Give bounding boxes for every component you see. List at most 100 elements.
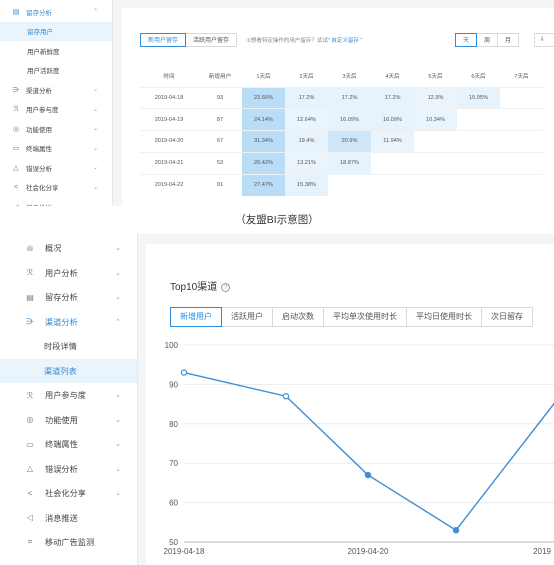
figure-caption: （友盟BI示意图）	[0, 206, 554, 234]
table-cell: 26.42%	[242, 151, 285, 175]
nav-item-4[interactable]: 时段详情	[0, 334, 137, 359]
sidebar: ılı 概况 ⌄ ℛ 用户分析 ⌄ ▤ 留存分析 ⌄ ⋺ 渠道分析 ⌃ 时段详情 渠道列表 ℛ 用户参与度 ⌄ ◎…	[0, 234, 138, 565]
column-header: 3天后	[342, 73, 357, 80]
period-switch: 天周月	[455, 33, 520, 47]
nav-item-11[interactable]: ◁ 消息推送	[0, 506, 137, 531]
retention-screenshot: ▤ 留存分析 ⌃ 留存用户 用户新鲜度 用户活跃度 ⋺ 渠道分析 ⌄ ℛ 用户参与度 ⌄ ◎ 功能使用 ⌄ ▭…	[0, 0, 554, 206]
nav-icon: ◎	[12, 125, 20, 133]
table-cell: 67	[198, 130, 242, 153]
retention-table: 时间 新增用户 1天后 2天后 3天后 4天后 5天后 6天后 7天后 2019-04-18 93 2…	[140, 65, 543, 196]
table-cell	[500, 151, 543, 175]
table-cell: 15.38%	[285, 173, 328, 196]
y-tick-label: 60	[169, 499, 178, 508]
column-header: 5天后	[428, 73, 443, 80]
y-tick-label: 80	[169, 420, 178, 429]
nav-item-3[interactable]: ⋺ 渠道分析 ⌃	[0, 310, 137, 335]
table-cell: 18.87%	[328, 151, 371, 175]
nav-item-0[interactable]: ▤ 留存分析 ⌃	[0, 2, 112, 22]
nav-icon: ⋺	[26, 317, 34, 327]
tab-0[interactable]: 新用户留存	[140, 33, 187, 47]
column-header: 7天后	[514, 73, 529, 80]
nav-icon: ▤	[12, 8, 20, 16]
table-cell: 12.64%	[285, 108, 328, 131]
nav-item-7[interactable]: ▭ 终端属性 ⌄	[0, 139, 112, 159]
table-row: 2019-04-20 67 31.34% 19.4% 20.9% 11.94%	[140, 130, 543, 153]
table-cell: 2019-04-19	[140, 108, 198, 131]
nav-icon: <	[13, 183, 19, 191]
table-cell: 15.05%	[457, 86, 500, 109]
nav-item-9[interactable]: < 社会化分享 ⌄	[0, 178, 112, 198]
nav-item-8[interactable]: △ 错误分析 ⌄	[0, 158, 112, 178]
nav-item-2[interactable]: ▤ 留存分析 ⌄	[0, 285, 137, 310]
custom-retention-hint: ①想看特定操作的用户留存？试试" 自定义留存 "	[246, 36, 362, 44]
period-2[interactable]: 月	[498, 33, 520, 47]
nav-item-0[interactable]: ılı 概况 ⌄	[0, 236, 137, 261]
nav-label: 用户活跃度	[27, 68, 60, 76]
nav-item-9[interactable]: △ 错误分析 ⌄	[0, 457, 137, 482]
table-cell	[457, 130, 500, 153]
table-cell	[371, 173, 414, 196]
nav-icon: ▭	[26, 439, 34, 449]
period-1[interactable]: 周	[477, 33, 499, 47]
tab-1[interactable]: 活跃用户留存	[186, 33, 238, 47]
export-button[interactable]: ⇩	[534, 33, 554, 47]
table-cell: 12.9%	[414, 86, 457, 109]
nav-label: 渠道分析	[26, 87, 52, 95]
nav-label: 渠道列表	[44, 366, 77, 376]
nav-label: 时段详情	[44, 342, 77, 352]
nav-item-6[interactable]: ◎ 功能使用 ⌄	[0, 119, 112, 139]
period-0[interactable]: 天	[455, 33, 478, 47]
table-cell: 27.47%	[242, 173, 285, 196]
table-cell	[500, 86, 543, 109]
nav-label: 消息推送	[45, 513, 78, 523]
nav-item-5[interactable]: 渠道列表	[0, 358, 137, 383]
nav-label: 留存分析	[45, 293, 78, 303]
custom-retention-link[interactable]: " 自定义留存 "	[328, 38, 362, 44]
nav-label: 社会化分享	[26, 185, 59, 193]
table-row: 2019-04-18 93 23.66% 17.2% 17.2% 17.2% 12.9% 15…	[140, 86, 543, 109]
chevron-icon: ⌄	[115, 416, 121, 424]
data-point[interactable]	[452, 526, 460, 534]
chevron-icon: ⌄	[92, 165, 98, 172]
nav-item-10[interactable]: < 社会化分享 ⌄	[0, 481, 137, 506]
table-cell	[457, 173, 500, 196]
series-line	[183, 371, 554, 532]
data-point[interactable]	[180, 369, 188, 376]
table-cell: 17.2%	[371, 86, 414, 109]
nav-icon: ℛ	[13, 106, 19, 114]
nav-label: 留存用户	[27, 29, 53, 37]
y-tick-label: 90	[169, 380, 178, 389]
table-cell: 87	[198, 108, 242, 131]
data-point[interactable]	[364, 471, 372, 479]
nav-item-4[interactable]: ⋺ 渠道分析 ⌄	[0, 80, 112, 100]
nav-item-5[interactable]: ℛ 用户参与度 ⌄	[0, 100, 112, 120]
nav-item-3[interactable]: 用户活跃度	[0, 61, 112, 81]
nav-item-10[interactable]: ◁消息推送	[0, 197, 112, 206]
table-cell: 23.66%	[242, 86, 285, 109]
retention-card: 新用户留存 活跃用户留存 ①想看特定操作的用户留存？试试" 自定义留存 " 天周月…	[122, 8, 554, 206]
y-tick-label: 50	[169, 538, 178, 547]
table-cell: 2019-04-18	[140, 86, 198, 109]
table-cell	[457, 108, 500, 131]
nav-item-1[interactable]: ℛ 用户分析 ⌄	[0, 261, 137, 286]
data-point[interactable]	[282, 393, 290, 400]
nav-item-1[interactable]: 留存用户	[0, 21, 112, 41]
nav-label: 用户参与度	[26, 107, 59, 115]
nav-item-7[interactable]: ◎ 功能使用 ⌄	[0, 408, 137, 433]
nav-item-8[interactable]: ▭ 终端属性 ⌄	[0, 432, 137, 457]
column-header: 时间	[163, 73, 175, 80]
table-header-row: 时间 新增用户 1天后 2天后 3天后 4天后 5天后 6天后 7天后	[140, 65, 543, 87]
nav-icon: ▤	[26, 292, 34, 302]
nav-item-6[interactable]: ℛ 用户参与度 ⌄	[0, 383, 137, 408]
nav-item-2[interactable]: 用户新鲜度	[0, 41, 112, 61]
nav-label: 用户参与度	[45, 391, 86, 401]
nav-icon: ◎	[26, 415, 34, 425]
nav-item-12[interactable]: ⌗ 移动广告监测	[0, 530, 137, 555]
chevron-icon: ⌄	[92, 87, 98, 94]
table-cell	[414, 173, 457, 196]
table-cell: 16.09%	[328, 108, 371, 131]
table-cell: 17.2%	[328, 86, 371, 109]
retention-type-tabs: 新用户留存 活跃用户留存	[140, 33, 238, 47]
column-header: 新增用户	[208, 73, 232, 80]
line-chart: 50 60 70 80 90 100 2019-04-18 2019-04-20 2019	[164, 341, 554, 556]
